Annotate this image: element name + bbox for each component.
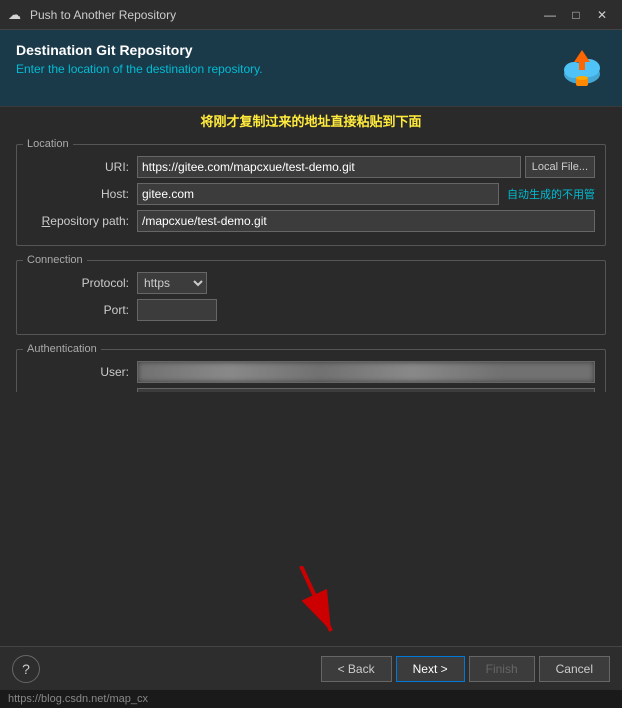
back-button[interactable]: < Back — [321, 656, 392, 682]
url-text: https://blog.csdn.net/map_cx — [8, 693, 148, 705]
cancel-button[interactable]: Cancel — [539, 656, 610, 682]
port-row: Port: — [27, 299, 595, 321]
protocol-label: Protocol: — [27, 276, 137, 290]
uri-row: URI: Local File... — [27, 156, 595, 178]
dialog-title: Destination Git Repository — [16, 42, 263, 58]
connection-fieldset: Connection Protocol: https ssh git Port: — [16, 254, 606, 335]
minimize-button[interactable]: — — [538, 4, 562, 26]
port-label: Port: — [27, 303, 137, 317]
cloud-upload-icon — [558, 42, 606, 96]
form-area: Location URI: Local File... Host: 自动生成的不… — [0, 132, 622, 392]
finish-button: Finish — [469, 656, 535, 682]
user-input-blurred[interactable] — [137, 361, 595, 383]
title-bar-title: Push to Another Repository — [30, 8, 538, 22]
authentication-legend: Authentication — [23, 343, 101, 355]
location-legend: Location — [23, 138, 73, 150]
host-row: Host: 自动生成的不用管 — [27, 183, 595, 205]
local-file-button[interactable]: Local File... — [525, 156, 595, 178]
title-bar-controls: — □ ✕ — [538, 4, 614, 26]
maximize-button[interactable]: □ — [564, 4, 588, 26]
uri-label: URI: — [27, 160, 137, 174]
host-label: Host: — [27, 187, 137, 201]
port-input[interactable] — [137, 299, 217, 321]
protocol-row: Protocol: https ssh git — [27, 272, 595, 294]
title-bar: ☁ Push to Another Repository — □ ✕ — [0, 0, 622, 30]
repo-path-input[interactable] — [137, 210, 595, 232]
arrow-area — [0, 392, 622, 646]
user-label: User: — [27, 365, 137, 379]
title-bar-icon: ☁ — [8, 7, 24, 23]
repo-path-label: Repository path: — [27, 214, 137, 228]
authentication-fieldset: Authentication User: Password: Store in … — [16, 343, 606, 392]
uri-input[interactable] — [137, 156, 521, 178]
help-button[interactable]: ? — [12, 655, 40, 683]
arrow-icon — [271, 566, 351, 646]
next-button[interactable]: Next > — [396, 656, 465, 682]
close-button[interactable]: ✕ — [590, 4, 614, 26]
dialog-subtitle: Enter the location of the destination re… — [16, 62, 263, 76]
url-bar: https://blog.csdn.net/map_cx — [0, 690, 622, 708]
user-row: User: — [27, 361, 595, 383]
button-bar: ? < Back Next > Finish Cancel — [0, 646, 622, 690]
annotation-paste: 将刚才复制过来的地址直接粘贴到下面 — [0, 107, 622, 132]
dialog-header: Destination Git Repository Enter the loc… — [0, 30, 622, 107]
connection-legend: Connection — [23, 254, 87, 266]
protocol-select[interactable]: https ssh git — [137, 272, 207, 294]
host-input[interactable] — [137, 183, 499, 205]
location-fieldset: Location URI: Local File... Host: 自动生成的不… — [16, 138, 606, 246]
header-text: Destination Git Repository Enter the loc… — [16, 42, 263, 76]
auto-annotation: 自动生成的不用管 — [507, 186, 595, 202]
repo-path-row: Repository path: — [27, 210, 595, 232]
dialog-content: Destination Git Repository Enter the loc… — [0, 30, 622, 708]
